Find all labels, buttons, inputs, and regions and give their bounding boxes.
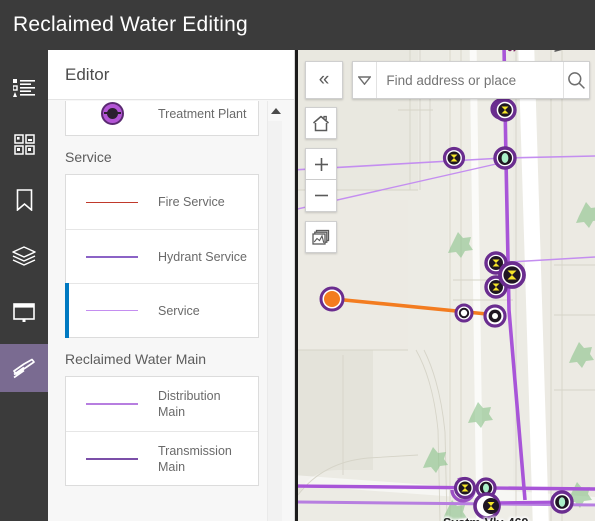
- template-hydrant-service[interactable]: Hydrant Service: [66, 229, 258, 283]
- treatment-plant-icon: [100, 102, 124, 125]
- template-symbol-line: [66, 255, 158, 258]
- template-symbol-line: [66, 201, 158, 203]
- line-swatch: [86, 403, 138, 405]
- bookmark-icon[interactable]: [0, 176, 48, 224]
- template-label: Fire Service: [158, 195, 225, 209]
- template-label: Distribution Main: [158, 389, 221, 419]
- icon-rail: [0, 50, 48, 521]
- group-title-service: Service: [65, 149, 112, 165]
- street-label-rotated-2: W: [553, 50, 565, 52]
- group-reclaimed-water-main: Distribution Main Transmission Main: [65, 376, 259, 486]
- template-treatment-plant[interactable]: Treatment Plant: [65, 101, 259, 136]
- editor-panel: Editor Treatment Plant Service Fire Serv…: [48, 50, 295, 521]
- template-label: Transmission Main: [158, 443, 232, 474]
- line-swatch: [86, 310, 138, 311]
- app-root: Reclaimed Water Editing Editor Treatment…: [0, 0, 595, 521]
- chevron-down-icon[interactable]: [353, 62, 378, 98]
- template-symbol-line: [66, 310, 158, 311]
- scrollbar-track[interactable]: [268, 121, 282, 521]
- street-label-rotated-1: S: [505, 50, 519, 52]
- search-widget: «: [305, 61, 590, 99]
- editor-panel-header: Editor: [48, 50, 294, 100]
- basemap-gallery-button-wrap: [305, 221, 337, 253]
- basemap-icon[interactable]: [0, 288, 48, 336]
- line-swatch: [86, 457, 138, 460]
- template-transmission-main[interactable]: Transmission Main: [66, 431, 258, 485]
- edit-icon[interactable]: [0, 344, 48, 392]
- template-symbol-line: [66, 457, 158, 460]
- zoom-in-button[interactable]: [305, 148, 337, 180]
- template-symbol-line: [66, 403, 158, 405]
- group-service: Fire Service Hydrant Service Service: [65, 174, 259, 338]
- chevron-double-left-icon: «: [318, 69, 330, 90]
- template-label: Service: [158, 303, 200, 318]
- editor-title: Editor: [65, 64, 110, 84]
- basemap-gallery-button[interactable]: [305, 221, 337, 253]
- template-fire-service[interactable]: Fire Service: [66, 175, 258, 229]
- line-swatch: [86, 201, 138, 203]
- template-service[interactable]: Service: [65, 283, 258, 338]
- template-label: Treatment Plant: [158, 106, 247, 121]
- layers-icon[interactable]: [0, 232, 48, 280]
- zoom-out-button[interactable]: [305, 180, 337, 212]
- search-box: [352, 61, 590, 99]
- title-bar: Reclaimed Water Editing: [0, 0, 595, 50]
- home-button[interactable]: [305, 107, 337, 139]
- template-label: Hydrant Service: [158, 249, 247, 264]
- scroll-up-icon[interactable]: [271, 108, 281, 114]
- line-swatch: [86, 255, 138, 258]
- editor-scrollbar[interactable]: [267, 101, 282, 521]
- template-symbol-point: [66, 102, 158, 125]
- template-scroll-area[interactable]: Treatment Plant Service Fire Service Hyd…: [48, 101, 276, 521]
- map-canvas: [298, 50, 595, 521]
- legend-icon[interactable]: [0, 64, 48, 112]
- template-distribution-main[interactable]: Distribution Main: [66, 377, 258, 431]
- editor-panel-body: Treatment Plant Service Fire Service Hyd…: [48, 101, 294, 521]
- collapse-panel-button[interactable]: «: [305, 61, 343, 99]
- search-input[interactable]: [377, 72, 564, 88]
- map-view[interactable]: S W Systm-Vlv-469 4" 4" «: [295, 50, 595, 521]
- search-icon[interactable]: [563, 62, 589, 98]
- group-title-reclaimed-water-main: Reclaimed Water Main: [65, 351, 207, 367]
- zoom-controls: [305, 148, 337, 212]
- map-nav-controls: [305, 107, 337, 253]
- app-title: Reclaimed Water Editing: [13, 13, 248, 36]
- widgets-icon[interactable]: [0, 120, 48, 168]
